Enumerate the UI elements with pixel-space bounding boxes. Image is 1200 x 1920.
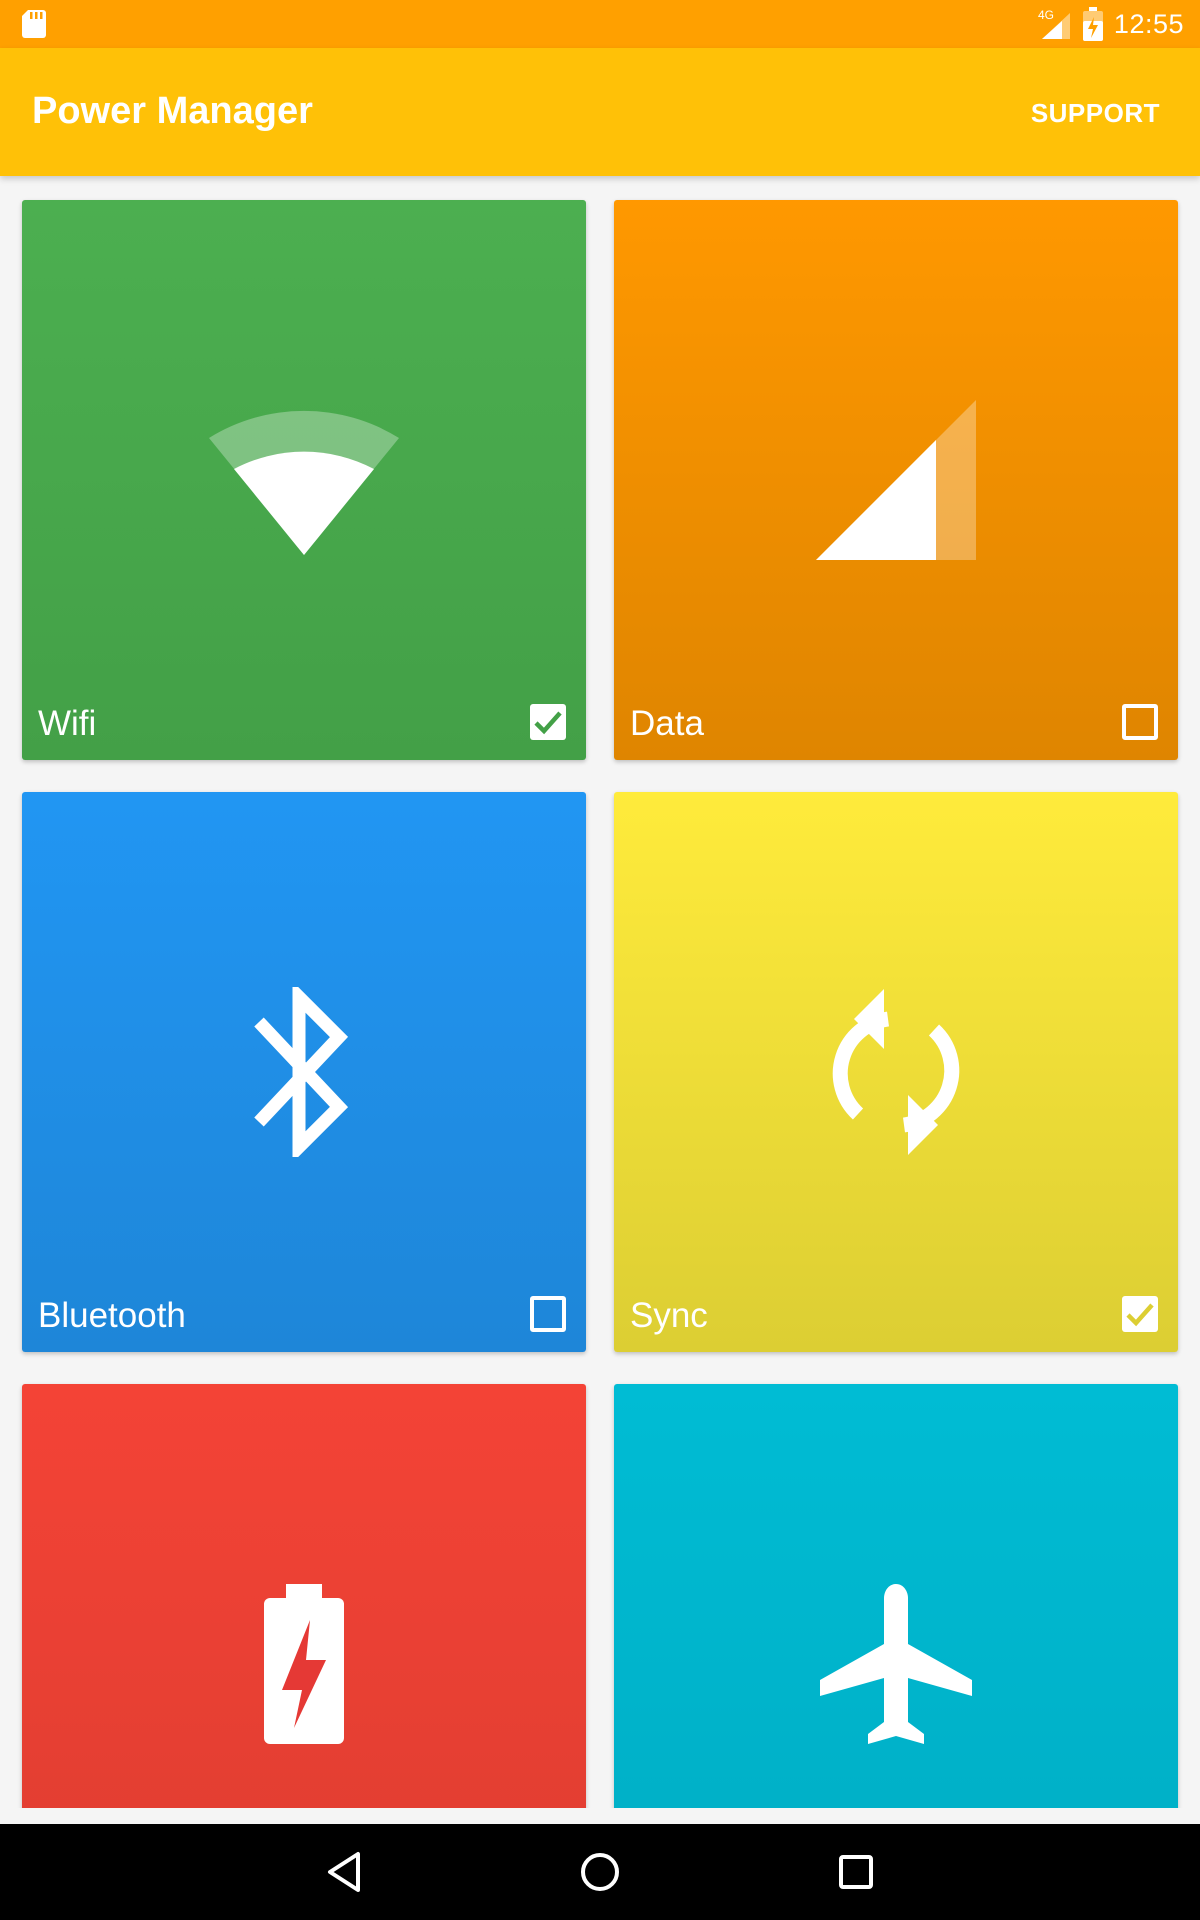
home-icon[interactable]: [578, 1848, 622, 1896]
sync-icon: [832, 989, 960, 1155]
battery-charging-icon: [264, 1584, 344, 1744]
tile-wifi[interactable]: Wifi: [22, 200, 586, 760]
app-bar: Power Manager SUPPORT: [0, 48, 1200, 176]
tile-label: Bluetooth: [38, 1296, 186, 1335]
tile-battery[interactable]: [22, 1384, 586, 1808]
checkbox-checked[interactable]: [1122, 1296, 1158, 1332]
support-button[interactable]: SUPPORT: [1031, 98, 1160, 129]
tile-label: Data: [630, 704, 704, 743]
navigation-bar: [0, 1824, 1200, 1920]
sd-card-icon: [22, 10, 46, 38]
tile-airplane[interactable]: [614, 1384, 1178, 1808]
svg-text:4G: 4G: [1038, 8, 1054, 22]
status-time: 12:55: [1113, 8, 1184, 39]
status-bar: 4G 12:55: [0, 0, 1200, 48]
cell-signal-icon: [816, 400, 976, 560]
app-title: Power Manager: [32, 90, 313, 132]
checkbox-unchecked[interactable]: [530, 1296, 566, 1332]
wifi-icon: [209, 410, 399, 555]
tile-data[interactable]: Data: [614, 200, 1178, 760]
bluetooth-icon: [254, 987, 349, 1157]
back-icon[interactable]: [324, 1848, 364, 1896]
checkmark-icon: [534, 711, 562, 735]
recents-icon[interactable]: [836, 1848, 876, 1896]
cell-signal-icon: 4G: [1038, 8, 1070, 39]
checkmark-icon: [1126, 1303, 1154, 1327]
tile-sync[interactable]: Sync: [614, 792, 1178, 1352]
airplane-icon: [820, 1584, 972, 1744]
checkbox-checked[interactable]: [530, 704, 566, 740]
checkbox-unchecked[interactable]: [1122, 704, 1158, 740]
tile-label: Wifi: [38, 704, 97, 743]
tile-bluetooth[interactable]: Bluetooth: [22, 792, 586, 1352]
battery-charging-icon: [1082, 7, 1103, 41]
tile-label: Sync: [630, 1296, 708, 1335]
toggle-grid: Wifi Data Bluetooth Sync: [0, 176, 1200, 1808]
